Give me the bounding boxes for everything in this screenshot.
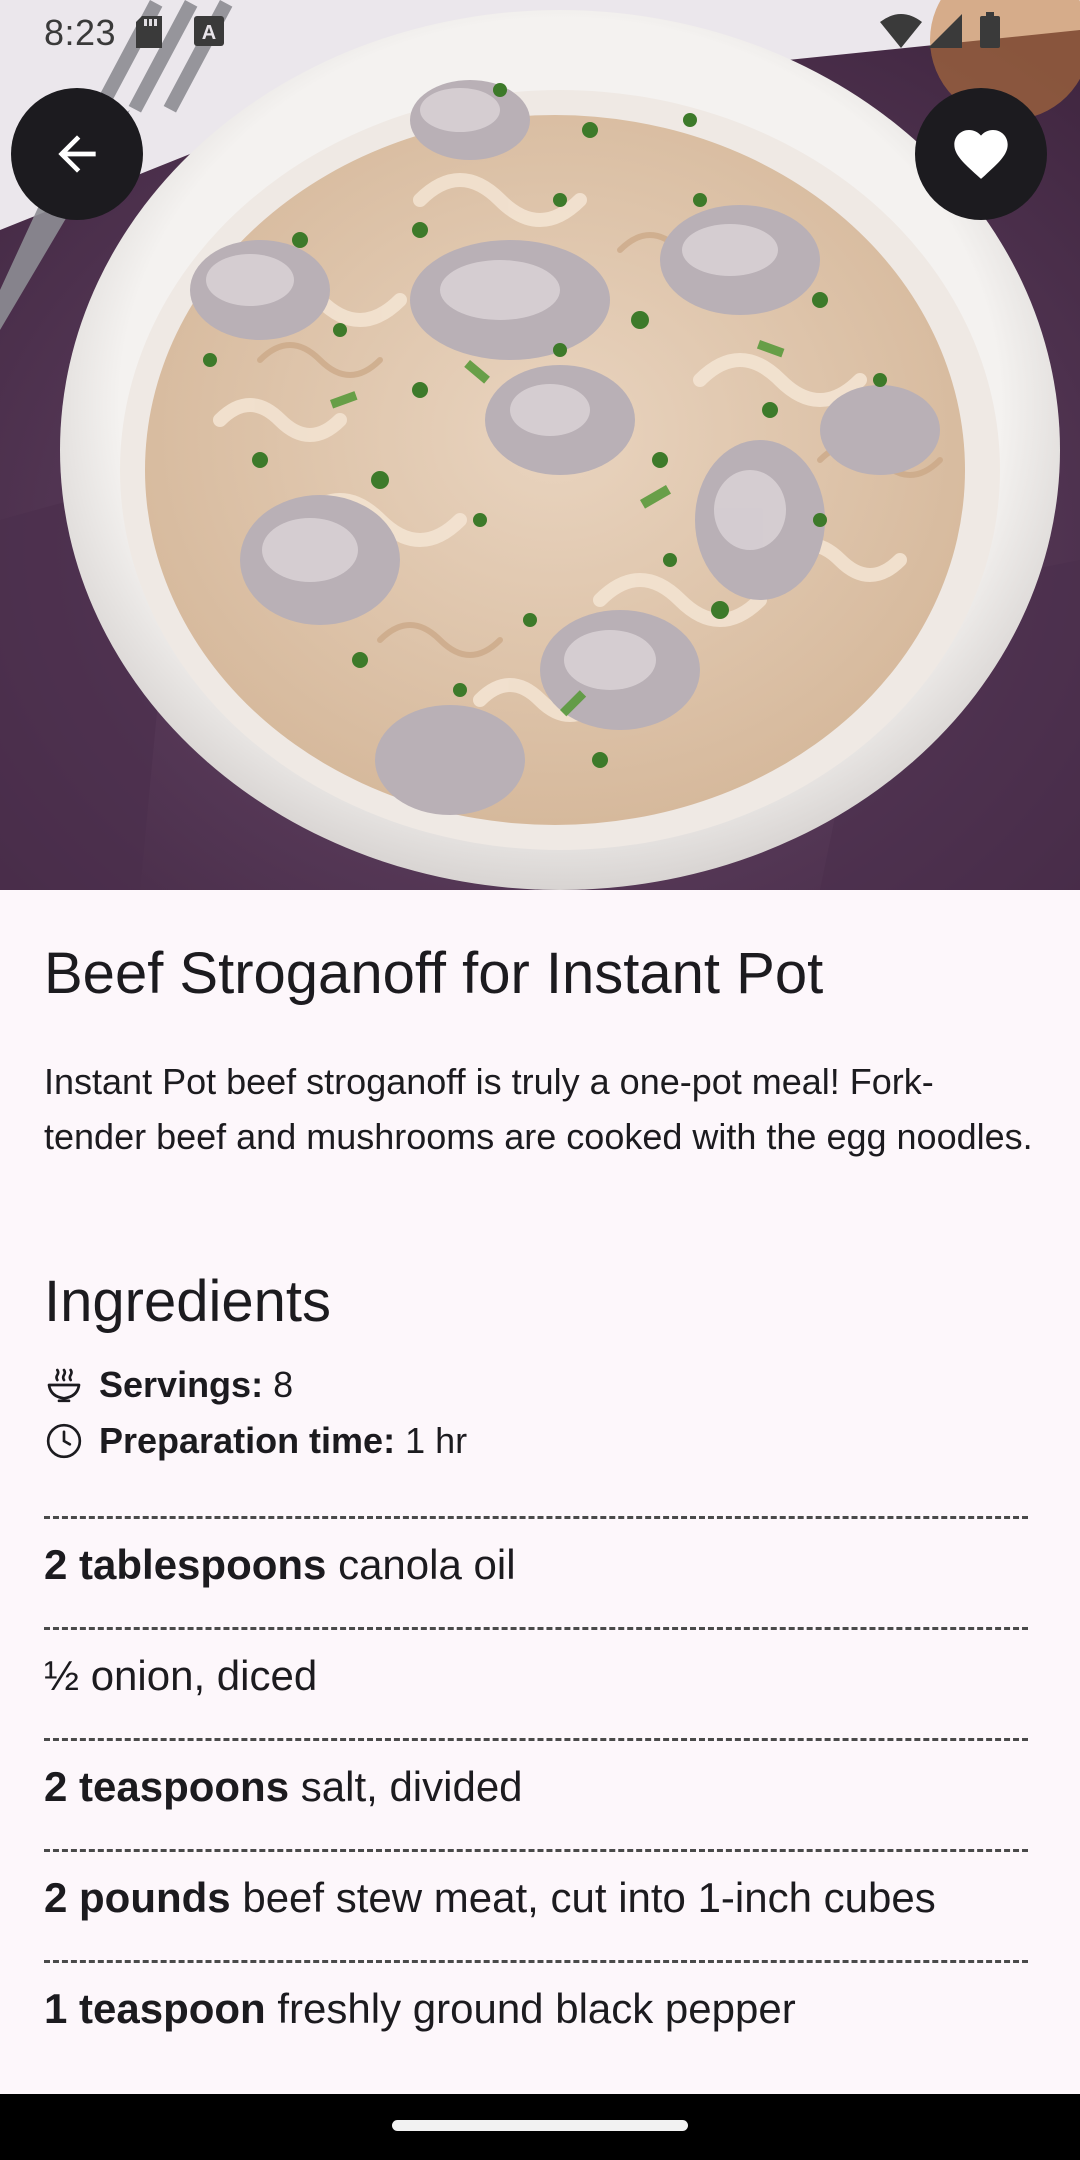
ingredient-item: 2 teaspoons salt, divided bbox=[44, 1738, 1028, 1849]
recipe-description: Instant Pot beef stroganoff is truly a o… bbox=[44, 1061, 1033, 1157]
recipe-detail-screen: 8:23 A Beef Stroganoff for Instant Pot I… bbox=[0, 0, 1080, 2160]
back-button[interactable] bbox=[11, 88, 143, 220]
servings-label: Servings: bbox=[99, 1364, 264, 1405]
wifi-icon bbox=[880, 14, 922, 48]
ingredient-quantity: 2 teaspoons bbox=[44, 1763, 290, 1810]
prep-time-label: Preparation time: bbox=[99, 1420, 396, 1461]
home-gesture-handle[interactable] bbox=[392, 2120, 688, 2131]
status-bar: 8:23 A bbox=[0, 0, 1080, 66]
ingredients-list: 2 tablespoons canola oil ½ onion, diced … bbox=[44, 1516, 1028, 2071]
arrow-left-icon bbox=[58, 135, 96, 173]
ingredient-text: salt, divided bbox=[300, 1763, 523, 1810]
ingredient-text: ½ onion, diced bbox=[44, 1652, 318, 1699]
bowl-steam-icon bbox=[47, 1368, 81, 1403]
ingredient-text: freshly ground black pepper bbox=[277, 1985, 796, 2032]
favorite-button[interactable] bbox=[915, 88, 1047, 220]
heart-icon bbox=[954, 130, 1008, 179]
navigation-bar bbox=[0, 2094, 1080, 2160]
recipe-content: Beef Stroganoff for Instant Pot Instant … bbox=[0, 890, 1080, 2094]
ingredient-text: canola oil bbox=[338, 1541, 516, 1588]
ingredient-quantity: 2 tablespoons bbox=[44, 1541, 327, 1588]
ingredient-item: 2 tablespoons canola oil bbox=[44, 1516, 1028, 1627]
servings-row: Servings: 8 bbox=[44, 1364, 293, 1406]
ingredient-item: 2 pounds beef stew meat, cut into 1-inch… bbox=[44, 1849, 1028, 1960]
prep-time-value: 1 hr bbox=[405, 1420, 468, 1461]
ingredient-quantity: 2 pounds bbox=[44, 1874, 231, 1921]
sd-card-icon bbox=[136, 16, 162, 48]
servings-value: 8 bbox=[273, 1364, 294, 1405]
keyboard-a-icon: A bbox=[194, 16, 224, 46]
ingredients-heading: Ingredients bbox=[44, 1269, 331, 1334]
status-time: 8:23 bbox=[44, 12, 117, 53]
ingredient-item: 1 teaspoon freshly ground black pepper bbox=[44, 1960, 1028, 2071]
signal-icon bbox=[928, 14, 962, 48]
ingredient-quantity: 1 teaspoon bbox=[44, 1985, 266, 2032]
svg-text:A: A bbox=[202, 22, 216, 44]
prep-time-row: Preparation time: 1 hr bbox=[44, 1420, 467, 1462]
battery-icon bbox=[980, 12, 1000, 48]
clock-icon bbox=[46, 1423, 82, 1459]
recipe-title: Beef Stroganoff for Instant Pot bbox=[44, 941, 824, 1006]
ingredient-item: ½ onion, diced bbox=[44, 1627, 1028, 1738]
ingredient-text: beef stew meat, cut into 1-inch cubes bbox=[242, 1874, 936, 1921]
